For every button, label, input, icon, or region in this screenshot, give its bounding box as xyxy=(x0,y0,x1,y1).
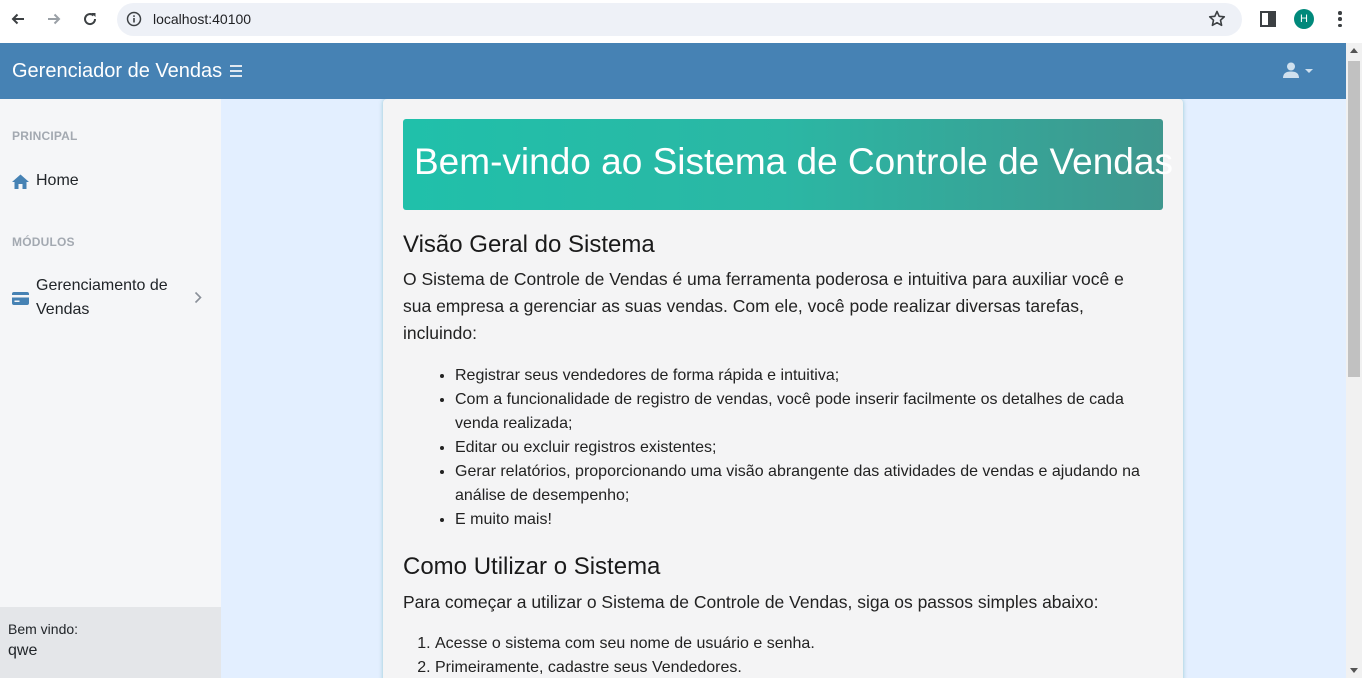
browser-toolbar: localhost:40100 H xyxy=(0,0,1362,43)
sidebar-heading-principal: PRINCIPAL xyxy=(12,129,78,143)
overview-intro-line: sua empresa a gerenciar as suas vendas. … xyxy=(403,296,1084,316)
home-icon xyxy=(12,174,29,189)
address-bar[interactable]: localhost:40100 xyxy=(117,3,1242,36)
usage-heading: Como Utilizar o Sistema xyxy=(403,553,661,580)
feature-list-item: Editar ou excluir registros existentes; xyxy=(455,436,1155,460)
usage-step: Primeiramente, cadastre seus Vendedores. xyxy=(435,656,1135,678)
overview-heading: Visão Geral do Sistema xyxy=(403,231,655,258)
reload-icon[interactable] xyxy=(79,8,101,30)
feature-list-item: Gerar relatórios, proporcionando uma vis… xyxy=(455,460,1155,508)
top-navbar: Gerenciador de Vendas xyxy=(0,43,1346,99)
bookmark-star-icon[interactable] xyxy=(1207,9,1227,29)
scroll-up-arrow-icon[interactable] xyxy=(1350,48,1358,53)
main-content: Bem-vindo ao Sistema de Controle de Vend… xyxy=(221,99,1346,678)
profile-avatar[interactable]: H xyxy=(1294,9,1314,29)
welcome-card: Bem-vindo ao Sistema de Controle de Vend… xyxy=(383,99,1183,678)
sidebar-item-home[interactable]: Home xyxy=(0,169,221,193)
sidebar-heading-modulos: MÓDULOS xyxy=(12,235,75,249)
sidebar-footer: Bem vindo: qwe xyxy=(0,607,221,678)
feature-list-item: Com a funcionalidade de registro de vend… xyxy=(455,388,1155,436)
browser-menu-icon[interactable] xyxy=(1331,9,1349,29)
user-icon xyxy=(1283,62,1299,78)
usage-step: Acesse o sistema com seu nome de usuário… xyxy=(435,632,1135,656)
hero-title: Bem-vindo ao Sistema de Controle de Vend… xyxy=(414,141,1173,182)
sidebar-item-label: Gerenciamento de xyxy=(36,277,168,294)
usage-steps: Acesse o sistema com seu nome de usuário… xyxy=(435,632,1135,678)
site-info-icon[interactable] xyxy=(126,11,142,27)
overview-intro: O Sistema de Controle de Vendas é uma fe… xyxy=(403,266,1163,347)
sidebar-item-label-line2: Vendas xyxy=(36,301,90,318)
sidebar-item-gerenciamento-vendas[interactable]: Gerenciamento de Vendas xyxy=(0,274,221,322)
caret-down-icon xyxy=(1305,69,1313,73)
sidebar: PRINCIPAL Home MÓDULOS Gerenciamento de … xyxy=(0,99,221,678)
usage-intro: Para começar a utilizar o Sistema de Con… xyxy=(403,592,1099,612)
user-dropdown[interactable] xyxy=(1283,62,1313,78)
chevron-right-icon xyxy=(194,291,202,304)
welcome-label: Bem vindo: xyxy=(8,621,79,637)
overview-intro-line: incluindo: xyxy=(403,323,477,343)
credit-card-icon xyxy=(12,292,29,305)
feature-list-item: E muito mais! xyxy=(455,508,1155,532)
sidebar-item-label: Home xyxy=(36,172,79,189)
feature-list-item: Registrar seus vendedores de forma rápid… xyxy=(455,364,1155,388)
sidebar-toggle-icon[interactable] xyxy=(230,65,242,77)
side-panel-icon[interactable] xyxy=(1259,10,1277,28)
navbar-brand[interactable]: Gerenciador de Vendas xyxy=(12,60,222,83)
logged-user-name: qwe xyxy=(8,642,38,659)
feature-list: Registrar seus vendedores de forma rápid… xyxy=(455,364,1155,532)
scroll-down-arrow-icon[interactable] xyxy=(1350,668,1358,673)
back-arrow-icon[interactable] xyxy=(7,8,29,30)
overview-intro-line: O Sistema de Controle de Vendas é uma fe… xyxy=(403,269,1124,289)
url-text: localhost:40100 xyxy=(153,11,252,27)
page-scrollbar[interactable] xyxy=(1346,43,1362,678)
hero-banner: Bem-vindo ao Sistema de Controle de Vend… xyxy=(403,119,1173,210)
scrollbar-thumb[interactable] xyxy=(1348,61,1360,377)
forward-arrow-icon[interactable] xyxy=(43,8,65,30)
